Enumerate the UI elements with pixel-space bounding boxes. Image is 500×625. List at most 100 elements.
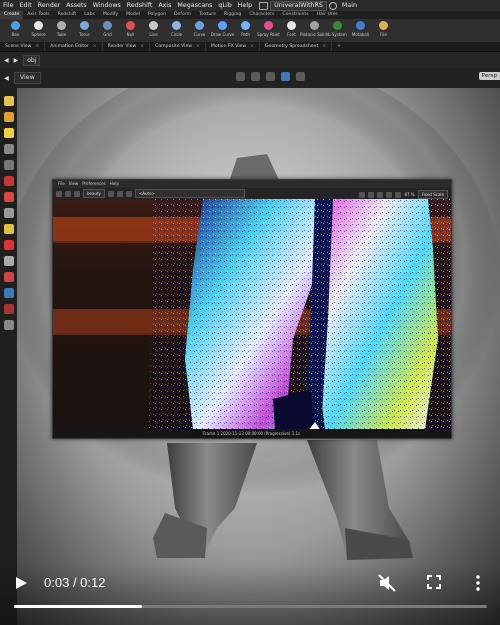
close-icon[interactable]: × [322, 44, 326, 49]
shelf-tool-file[interactable]: File [372, 19, 395, 42]
shelf-tool-curve[interactable]: Curve [188, 19, 211, 42]
compare-icon[interactable] [377, 191, 384, 198]
render-canvas[interactable] [53, 199, 451, 429]
shelf-tool-grid[interactable]: Grid [96, 19, 119, 42]
desktop-switcher[interactable]: UniveralWithRS Main [259, 0, 360, 11]
pointer-icon[interactable] [3, 144, 14, 154]
shelf-tab[interactable]: Polygon [144, 11, 170, 19]
progress-track[interactable] [14, 605, 487, 608]
shelf-tool-sphere[interactable]: Sphere [27, 19, 50, 42]
forward-arrow-icon[interactable]: ▶ [14, 57, 19, 64]
shelf-tab[interactable]: Model [122, 11, 144, 19]
shelf-tab[interactable]: Axis Tools [23, 11, 53, 19]
menu-edit[interactable]: Edit [17, 0, 35, 11]
close-icon[interactable]: × [140, 44, 144, 49]
region-icon[interactable] [368, 191, 375, 198]
lasso-icon[interactable] [3, 272, 14, 282]
tab-motion-fx-view[interactable]: Motion FX View × [206, 42, 260, 51]
tab-animation-editor[interactable]: Animation Editor × [45, 42, 103, 51]
channel-b-icon[interactable] [125, 190, 132, 197]
play-icon[interactable] [14, 576, 28, 590]
shelf-tab[interactable]: Create [0, 11, 24, 19]
shelf-tab[interactable]: Constraints [278, 11, 312, 19]
shelf-tool-path[interactable]: Path [234, 19, 257, 42]
close-icon[interactable]: × [35, 44, 39, 49]
shelf-tab[interactable]: Deform [170, 11, 195, 19]
tab-geometry-spreadsheet[interactable]: Geometry Spreadsheet × [260, 42, 333, 51]
desktop-name[interactable]: UniveralWithRS [270, 0, 327, 11]
main-label[interactable]: Main [339, 0, 360, 11]
tab-render-view[interactable]: Render View × [103, 42, 151, 51]
close-icon[interactable]: × [196, 44, 200, 49]
menu-redshift[interactable]: Redshift [124, 0, 156, 11]
rv-menu-file[interactable]: File [56, 180, 67, 188]
channel-r-icon[interactable] [107, 190, 114, 197]
shelf-tool-box[interactable]: Box [4, 19, 27, 42]
channel-g-icon[interactable] [116, 190, 123, 197]
shelf-tool-font[interactable]: Font [280, 19, 303, 42]
shelf-tool-platonic-solids[interactable]: Platonic Solids [300, 19, 329, 42]
lock-icon[interactable] [359, 191, 366, 198]
globe-icon[interactable] [328, 1, 337, 10]
mute-icon[interactable] [378, 574, 396, 592]
menu-render[interactable]: Render [35, 0, 63, 11]
exposure-icon[interactable] [395, 191, 402, 198]
shelf-tool-l-system[interactable]: L-System [326, 19, 349, 42]
menu-axis[interactable]: Axis [155, 0, 174, 11]
object-mode-icon[interactable] [3, 128, 14, 138]
display-icon[interactable] [296, 72, 305, 81]
magnet-icon[interactable] [3, 240, 14, 250]
stop-icon[interactable] [65, 190, 71, 197]
shading-icon[interactable] [236, 72, 245, 81]
persp-menu[interactable]: Persp [478, 72, 500, 80]
more-options-icon[interactable] [475, 574, 481, 592]
shelf-tab[interactable]: Labs [80, 11, 99, 19]
add-tab-icon[interactable]: + [332, 42, 346, 51]
shelf-tool-line[interactable]: Line [142, 19, 165, 42]
menu-windows[interactable]: Windows [90, 0, 124, 11]
rv-menu-view[interactable]: View [67, 180, 81, 188]
shelf-tab[interactable]: Redshift [54, 11, 81, 19]
shelf-tool-torus[interactable]: Torus [73, 19, 96, 42]
settings-icon[interactable] [3, 320, 14, 330]
rv-menu-help[interactable]: Help [108, 180, 121, 188]
snap-icon[interactable] [3, 176, 14, 186]
paint-icon[interactable] [3, 304, 14, 314]
camera-icon[interactable] [281, 72, 290, 81]
shelf-tool-metaball[interactable]: Metaball [349, 19, 372, 42]
render-icon[interactable] [56, 190, 62, 197]
close-icon[interactable]: × [250, 44, 254, 49]
aov-select[interactable]: beauty [83, 189, 105, 198]
shelf-tool-draw-curve[interactable]: Draw Curve [211, 19, 234, 42]
shelf-tool-circle[interactable]: Circle [165, 19, 188, 42]
rv-menu-preferences[interactable]: Preferences [80, 180, 108, 188]
handle-tool-icon[interactable] [3, 112, 14, 122]
menu-qlib[interactable]: qLib [215, 0, 234, 11]
view-tab[interactable]: View [13, 72, 41, 84]
menu-assets[interactable]: Assets [63, 0, 90, 11]
select-tool-icon[interactable] [3, 96, 14, 106]
shelf-tool-spray-paint[interactable]: Spray Paint [257, 19, 280, 42]
shelf-tool-tube[interactable]: Tube [50, 19, 73, 42]
brush-icon[interactable] [3, 288, 14, 298]
scale-icon[interactable] [3, 208, 14, 218]
shelf-tab[interactable]: Rigging [220, 11, 245, 19]
shelf-tool-null[interactable]: Null [119, 19, 142, 42]
lighting-icon[interactable] [251, 72, 260, 81]
shelf-tab[interactable]: Characters [245, 11, 278, 19]
menu-help[interactable]: Help [235, 0, 255, 11]
fullscreen-icon[interactable] [427, 575, 441, 589]
camera-select[interactable]: <Auto> [134, 189, 245, 198]
back-arrow-icon[interactable]: ◀ [4, 57, 9, 64]
menu-file[interactable]: File [0, 0, 17, 11]
shelf-tab[interactable]: Hair Utils [313, 11, 342, 19]
transform-icon[interactable] [3, 160, 14, 170]
tab-composite-view[interactable]: Composite View × [150, 42, 206, 51]
menu-megascans[interactable]: Megascans [174, 0, 215, 11]
zoom-level[interactable]: 87 % [404, 192, 414, 197]
rotate-icon[interactable] [3, 192, 14, 202]
viewer-arrow-icon[interactable]: ◀ [4, 75, 9, 82]
tab-scene-view[interactable]: Scene View × [0, 42, 46, 51]
background-icon[interactable] [266, 72, 275, 81]
pose-icon[interactable] [3, 224, 14, 234]
